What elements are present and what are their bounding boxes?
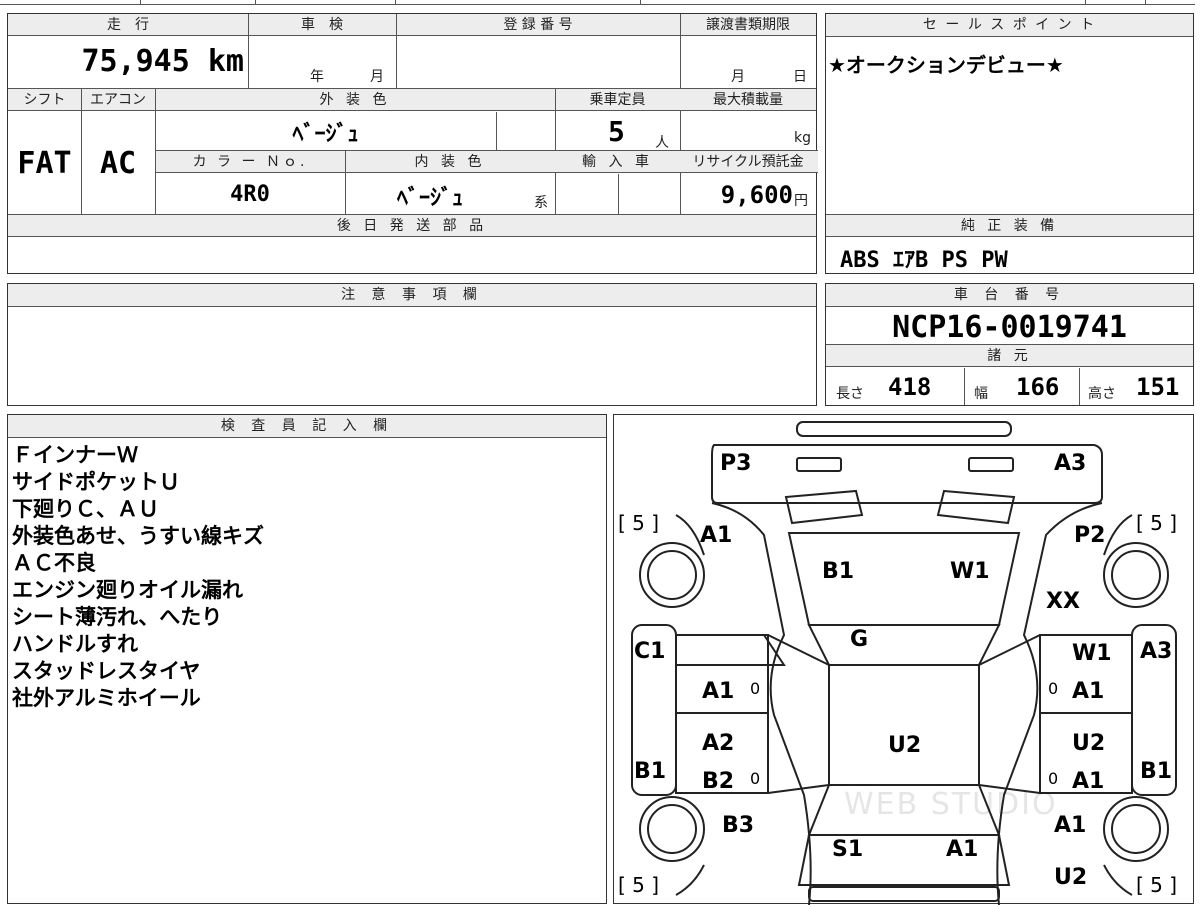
top-strip xyxy=(0,0,1200,6)
transfer-month-unit: 月 xyxy=(731,69,745,85)
tire-depth-rear-left: [ 5 ] xyxy=(618,873,660,897)
exterior-color-label: 外 装 色 xyxy=(319,92,391,108)
vehicle-info-table: 走 行 車 検 登 録 番 号 譲渡書類期限 75,945 km 年 月 月 日… xyxy=(7,13,818,274)
interior-suffix: 系 xyxy=(534,195,548,211)
note-line: 下廻りＣ、ＡＵ xyxy=(12,497,159,521)
damage-map-panel: WEB STUDIO [ 5 ] [ 5 ] [ 5 ] [ 5 ] P3 A3… xyxy=(613,414,1194,905)
code-zero-l2: 0 xyxy=(750,769,761,788)
code-u2-right: U2 xyxy=(1072,731,1106,756)
sales-point-label: セ ー ル ス ポ イ ン ト xyxy=(826,14,1193,37)
code-a2-left: A2 xyxy=(702,731,735,756)
transfer-day-unit: 日 xyxy=(793,69,807,85)
code-a1-rear-right: A1 xyxy=(1054,813,1087,838)
interior-color-value: ﾍﾞｰｼﾞｭ xyxy=(396,186,463,211)
length-value: 418 xyxy=(888,373,932,401)
aircon-value: AC xyxy=(99,146,137,181)
code-a1-left-door1: A1 xyxy=(702,679,735,704)
max-load-label: 最大積載量 xyxy=(713,92,783,108)
code-b2-left: B2 xyxy=(702,769,735,794)
recycle-fee-unit: 円 xyxy=(794,193,808,209)
code-a3-top: A3 xyxy=(1054,451,1087,476)
color-no-label: カ ラ ー Ｎｏ. xyxy=(192,154,308,170)
code-xx: XX xyxy=(1046,589,1080,614)
code-a1-trunk: A1 xyxy=(946,837,979,862)
equipment-label: 純 正 装 備 xyxy=(960,218,1059,234)
note-line: ＡＣ不良 xyxy=(12,551,96,575)
note-line: ハンドルすれ xyxy=(12,632,138,656)
caution-panel: 注 意 事 項 欄 xyxy=(7,283,817,406)
exterior-color-value: ﾍﾞｰｼﾞｭ xyxy=(292,122,359,147)
interior-color-label: 内 装 色 xyxy=(414,154,486,170)
code-zero-l1: 0 xyxy=(750,679,761,698)
width-value: 166 xyxy=(1016,373,1060,401)
code-b1-hood: B1 xyxy=(822,559,855,584)
shift-label: シフト xyxy=(23,92,66,108)
import-label: 輸 入 車 xyxy=(582,154,653,170)
watermark: WEB STUDIO xyxy=(844,787,1058,822)
inspector-notes: ＦインナーＷ サイドポケットＵ 下廻りＣ、ＡＵ 外装色あせ、うすい線キズ ＡＣ不… xyxy=(12,442,264,712)
code-u2-roof: U2 xyxy=(888,733,922,758)
recycle-fee-value: 9,600 xyxy=(720,181,793,209)
shaken-year-unit: 年 xyxy=(310,69,324,85)
chassis-number: NCP16-0019741 xyxy=(892,310,1127,345)
note-line: 外装色あせ、うすい線キズ xyxy=(12,524,264,548)
width-label: 幅 xyxy=(974,386,988,402)
capacity-label: 乗車定員 xyxy=(589,92,646,108)
tire-depth-rear-right: [ 5 ] xyxy=(1136,873,1178,897)
inspector-label: 検 査 員 記 入 欄 xyxy=(8,415,606,438)
code-zero-r2: 0 xyxy=(1048,769,1059,788)
code-g: G xyxy=(850,627,869,652)
note-line: 社外アルミホイール xyxy=(12,686,201,710)
inspector-panel: 検 査 員 記 入 欄 ＦインナーＷ サイドポケットＵ 下廻りＣ、ＡＵ 外装色あ… xyxy=(7,414,607,904)
capacity-unit: 人 xyxy=(655,135,669,151)
color-no-value: 4R0 xyxy=(230,182,270,207)
note-line: エンジン廻りオイル漏れ xyxy=(12,578,243,602)
code-b1-left: B1 xyxy=(634,759,667,784)
note-line: サイドポケットＵ xyxy=(12,470,180,494)
code-b1-right: B1 xyxy=(1140,759,1173,784)
mileage-value: 75,945 km xyxy=(81,44,244,79)
code-zero-r1: 0 xyxy=(1048,679,1059,698)
tire-depth-front-left: [ 5 ] xyxy=(618,511,660,535)
registration-label: 登 録 番 号 xyxy=(503,17,573,33)
height-value: 151 xyxy=(1136,373,1180,401)
equipment-text: ABS ｴｱB PS PW xyxy=(840,248,1008,273)
sales-point-text: ★オークションデビュー★ xyxy=(828,53,1064,77)
caution-label: 注 意 事 項 欄 xyxy=(8,284,816,307)
note-line: スタッドレスタイヤ xyxy=(12,659,201,683)
mileage-label: 走 行 xyxy=(107,17,149,33)
code-w1-hood: W1 xyxy=(950,559,990,584)
later-parts-label: 後 日 発 送 部 品 xyxy=(336,218,488,234)
code-a1-right-door1: A1 xyxy=(1072,679,1105,704)
sales-point-panel: セ ー ル ス ポ イ ン ト ★オークションデビュー★ 純 正 装 備 ABS… xyxy=(825,13,1194,274)
capacity-value: 5 xyxy=(608,115,625,148)
code-c1: C1 xyxy=(634,639,666,664)
transfer-deadline-label: 譲渡書類期限 xyxy=(706,17,790,33)
note-line: ＦインナーＷ xyxy=(12,443,138,467)
code-p3: P3 xyxy=(720,451,752,476)
specs-label: 諸 元 xyxy=(987,348,1032,364)
length-label: 長さ xyxy=(836,386,864,402)
chassis-panel: 車 台 番 号 NCP16-0019741 諸 元 長さ 418 幅 166 高… xyxy=(825,283,1194,406)
code-s1: S1 xyxy=(832,837,864,862)
height-label: 高さ xyxy=(1088,386,1116,402)
code-u2-rear: U2 xyxy=(1054,865,1088,890)
note-line: シート薄汚れ、へたり xyxy=(12,605,223,629)
tire-depth-front-right: [ 5 ] xyxy=(1136,511,1178,535)
code-p2: P2 xyxy=(1074,523,1106,548)
max-load-unit: kg xyxy=(794,130,811,146)
recycle-label: リサイクル預託金 xyxy=(692,154,804,170)
chassis-label: 車 台 番 号 xyxy=(826,284,1193,307)
shaken-month-unit: 月 xyxy=(370,69,384,85)
code-a3-right: A3 xyxy=(1140,639,1173,664)
code-w1-right: W1 xyxy=(1072,641,1112,666)
shaken-label: 車 検 xyxy=(301,17,343,33)
code-a1-front-left: A1 xyxy=(700,523,733,548)
code-b3: B3 xyxy=(722,813,755,838)
code-a1-right-door2: A1 xyxy=(1072,769,1105,794)
shift-value: FAT xyxy=(17,146,72,181)
aircon-label: エアコン xyxy=(90,92,146,108)
